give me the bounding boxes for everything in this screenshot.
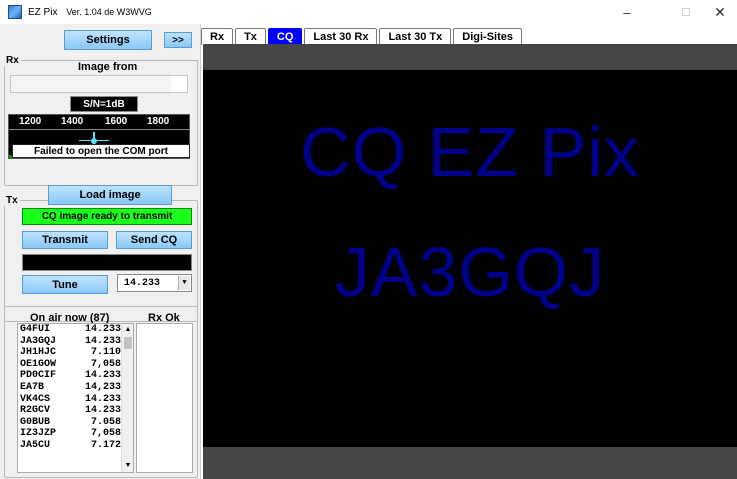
cq-image-line1: CQ EZ Pix	[300, 113, 640, 191]
station-frequency: 14.233	[84, 393, 121, 405]
station-frequency: 7.058	[90, 416, 121, 428]
tab-tx[interactable]: Tx	[235, 28, 266, 45]
image-from-field[interactable]	[10, 75, 188, 93]
station-frequency: 14.233	[84, 405, 121, 417]
station-row[interactable]: EA7B 14,233	[18, 382, 133, 394]
left-panel: Settings >> Rx Image from S/N=1dB 1200 1…	[0, 24, 201, 479]
station-callsign: G4FUI	[20, 324, 51, 335]
frequency-select[interactable]: 14.233 ▼	[117, 274, 192, 292]
station-callsign: JA5CU	[20, 439, 51, 451]
station-row[interactable]: R2GCV 14.233	[18, 405, 133, 417]
scroll-up-icon[interactable]: ▲	[122, 324, 133, 336]
station-frequency: 7.172	[90, 439, 121, 451]
tab-digi-sites[interactable]: Digi-Sites	[453, 28, 522, 45]
station-callsign: R2GCV	[20, 405, 51, 417]
cq-image-callsign: JA3GQJ	[334, 233, 606, 311]
tx-status: CQ image ready to transmit	[22, 208, 192, 225]
send-cq-button[interactable]: Send CQ	[116, 231, 192, 249]
station-frequency: 7,058	[90, 428, 121, 440]
station-row[interactable]: PD0CIF 14.233	[18, 370, 133, 382]
rx-ok-list[interactable]	[136, 323, 193, 473]
image-from-label: Image from	[78, 61, 138, 73]
station-row[interactable]: IZ3JZP 7,058	[18, 428, 133, 440]
station-row[interactable]: G4FUI 14.233	[18, 324, 133, 336]
station-callsign: G0BUB	[20, 416, 51, 428]
station-callsign: VK4CS	[20, 393, 51, 405]
tab-rx[interactable]: Rx	[201, 28, 234, 45]
station-row[interactable]: VK4CS 14.233	[18, 394, 133, 406]
station-frequency: 14,233	[84, 381, 121, 393]
station-row[interactable]: JH1HJC 7.110	[18, 347, 133, 359]
settings-button[interactable]: Settings	[64, 30, 152, 50]
station-callsign: EA7B	[20, 381, 45, 393]
rx-group-label: Rx	[4, 55, 21, 66]
station-frequency: 7.110	[90, 347, 121, 359]
frequency-value: 14.233	[124, 277, 161, 289]
image-footer-bar	[203, 447, 737, 479]
title-bar: EZ Pix Ver. 1.04 de W3WVG – ☐ ✕	[0, 0, 737, 24]
station-row[interactable]: G0BUB 7.058	[18, 417, 133, 429]
station-frequency: 7,058	[90, 358, 121, 370]
right-panel: Rx Tx CQ Last 30 Rx Last 30 Tx Digi-Sites CQ …	[201, 24, 737, 479]
tx-group-label: Tx	[4, 195, 20, 206]
cq-image-display: CQ EZ Pix JA3GQJ	[203, 70, 737, 447]
waterfall-tick: 1800	[147, 116, 170, 127]
station-callsign: JA3GQJ	[20, 335, 57, 347]
tab-last-30-tx[interactable]: Last 30 Tx	[379, 28, 452, 45]
station-frequency: 14.233	[84, 324, 121, 335]
onair-list[interactable]: G4FUI 14.233 JA3GQJ 14.233 JH1HJC 7.110 OE1GOW…	[17, 323, 134, 473]
tune-button[interactable]: Tune	[22, 275, 108, 294]
station-callsign: JH1HJC	[20, 347, 57, 359]
waterfall-tick: 1600	[105, 116, 128, 127]
onair-scrollbar[interactable]: ▲ ▼	[121, 324, 133, 472]
waterfall-tick: 1400	[61, 116, 84, 127]
chevron-down-icon[interactable]: ▼	[178, 276, 190, 290]
expand-button[interactable]: >>	[164, 32, 192, 48]
waterfall-tick: 1200	[19, 116, 42, 127]
minimize-button[interactable]: –	[610, 0, 644, 24]
app-logo-icon	[8, 5, 22, 19]
station-frequency: 14.233	[84, 370, 121, 382]
tab-last-30-rx[interactable]: Last 30 Rx	[304, 28, 378, 45]
close-button[interactable]: ✕	[703, 0, 737, 24]
scroll-down-icon[interactable]: ▼	[122, 460, 133, 472]
app-name: EZ Pix	[28, 6, 58, 18]
waterfall-tick-marks	[9, 129, 189, 132]
snr-readout: S/N=1dB	[70, 96, 138, 112]
window-title: EZ Pix Ver. 1.04 de W3WVG	[28, 7, 152, 18]
com-port-error: Failed to open the COM port	[12, 144, 190, 158]
tx-progress-bar	[22, 254, 192, 271]
station-callsign: PD0CIF	[20, 370, 57, 382]
image-header-bar	[203, 44, 737, 70]
station-row[interactable]: JA3GQJ 14.233	[18, 336, 133, 348]
maximize-button[interactable]: ☐	[669, 0, 703, 24]
station-callsign: IZ3JZP	[20, 428, 57, 440]
load-image-button[interactable]: Load image	[48, 185, 172, 205]
app-version: Ver. 1.04 de W3WVG	[66, 6, 152, 17]
station-row[interactable]: JA5CU 7.172	[18, 440, 133, 452]
scroll-thumb[interactable]	[124, 337, 132, 349]
station-callsign: OE1GOW	[20, 358, 57, 370]
station-frequency: 14.233	[84, 335, 121, 347]
tab-cq[interactable]: CQ	[267, 28, 303, 45]
station-row[interactable]: OE1GOW 7,058	[18, 359, 133, 371]
transmit-button[interactable]: Transmit	[22, 231, 108, 249]
